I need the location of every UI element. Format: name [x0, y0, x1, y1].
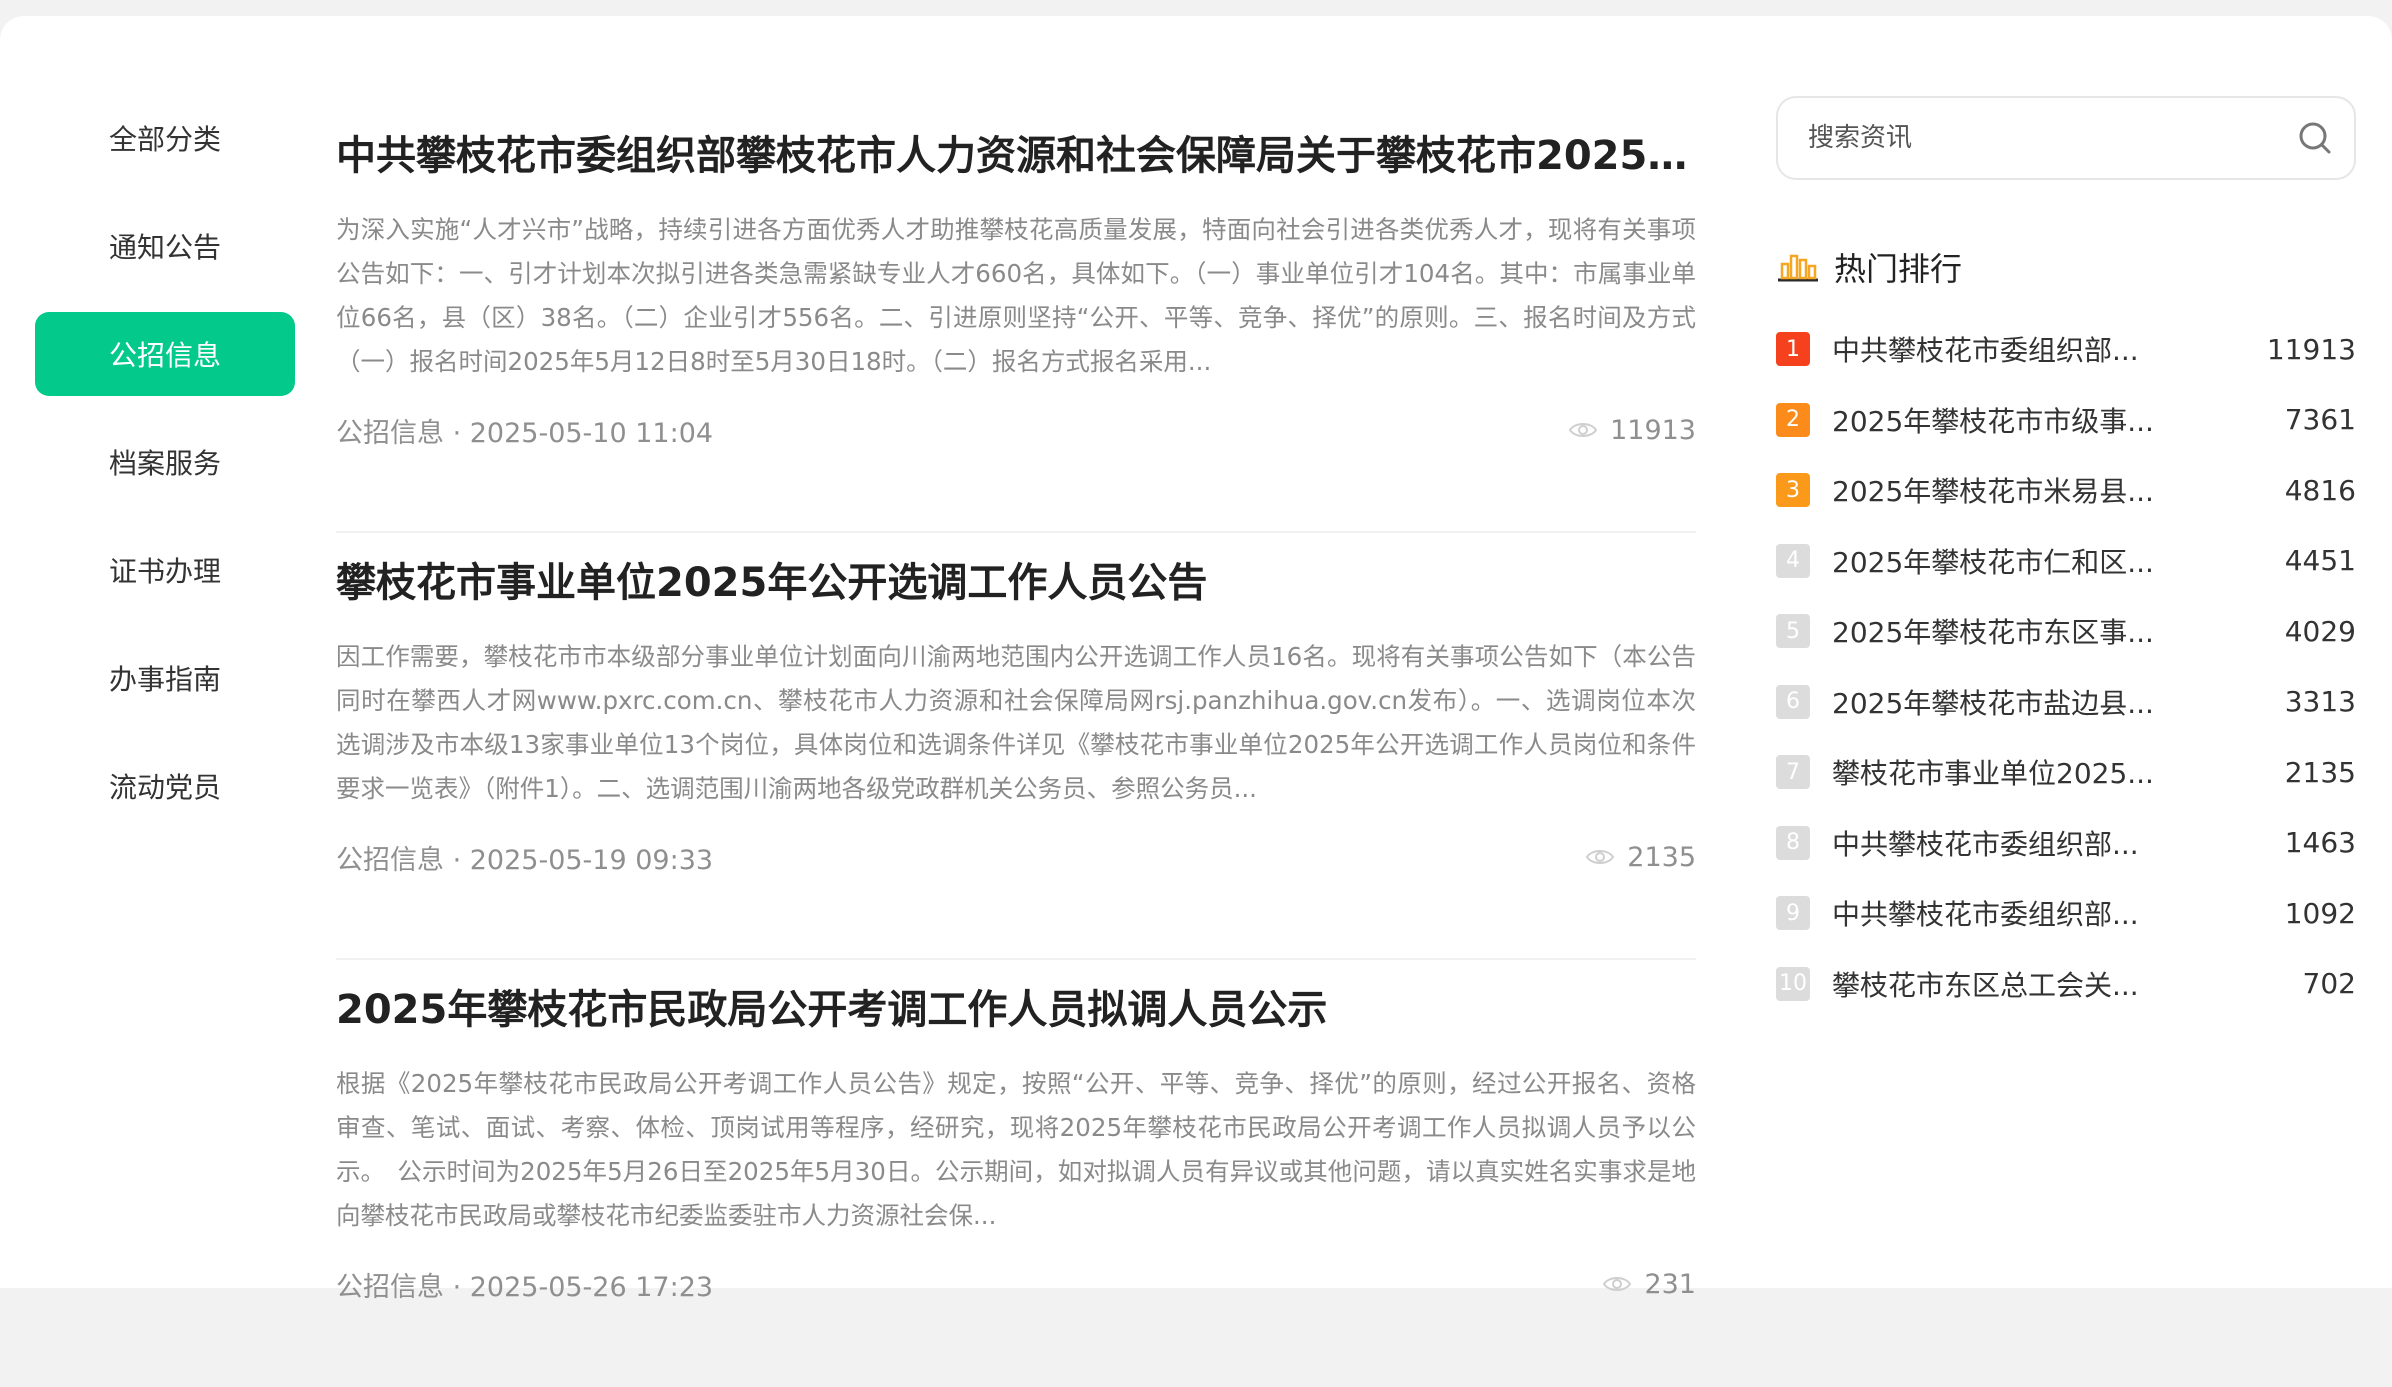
sidebar-item-guide[interactable]: 办事指南	[35, 636, 295, 720]
sidebar-item-all[interactable]: 全部分类	[35, 96, 295, 180]
rank-title[interactable]: 攀枝花市东区总工会关...	[1832, 964, 2252, 1004]
rank-title[interactable]: 2025年攀枝花市盐边县...	[1832, 682, 2252, 722]
article-list: 中共攀枝花市委组织部攀枝花市人力资源和社会保障局关于攀枝花市2025年面向社会引…	[336, 106, 1696, 1387]
sidebar-item-archives[interactable]: 档案服务	[35, 420, 295, 504]
article-item[interactable]: 中共攀枝花市委组织部攀枝花市人力资源和社会保障局关于攀枝花市2025年面向社会引…	[336, 126, 1696, 533]
article-title[interactable]: 攀枝花市事业单位2025年公开选调工作人员公告	[336, 553, 1696, 613]
article-meta: 公招信息 · 2025-05-19 09:33 2135	[336, 835, 1696, 879]
sidebar-item-mobile-party[interactable]: 流动党员	[35, 744, 295, 828]
search-box	[1776, 96, 2356, 180]
article-summary: 根据《2025年攀枝花市民政局公开考调工作人员公告》规定，按照“公开、平等、竞争…	[336, 1069, 1696, 1230]
rank-title[interactable]: 2025年攀枝花市米易县...	[1832, 470, 2252, 510]
rank-count: 3313	[2284, 685, 2356, 719]
rank-count: 1463	[2284, 826, 2356, 860]
hot-ranking-title: 热门排行	[1834, 250, 1963, 288]
rank-badge: 7	[1776, 755, 1810, 790]
rank-count: 2135	[2284, 755, 2356, 789]
list-item[interactable]: 6 2025年攀枝花市盐边县... 3313	[1776, 667, 2356, 738]
rank-badge: 3	[1776, 473, 1810, 508]
rank-title[interactable]: 中共攀枝花市委组织部...	[1832, 893, 2252, 933]
article-category-date: 公招信息 · 2025-05-10 11:04	[336, 411, 713, 450]
article-category: 公招信息	[336, 844, 444, 876]
rank-badge: 1	[1776, 332, 1810, 367]
meta-separator: ·	[444, 844, 470, 876]
rank-count: 4451	[2284, 544, 2356, 578]
article-datetime: 2025-05-19 09:33	[469, 844, 714, 876]
meta-separator: ·	[444, 417, 470, 449]
rank-count: 4029	[2284, 614, 2356, 648]
hot-ranking-header: 热门排行	[1776, 244, 2356, 290]
list-item[interactable]: 3 2025年攀枝花市米易县... 4816	[1776, 455, 2356, 526]
article-category: 公招信息	[336, 417, 444, 449]
rank-badge: 8	[1776, 825, 1810, 860]
article-summary: 因工作需要，攀枝花市市本级部分事业单位计划面向川渝两地范围内公开选调工作人员16…	[336, 642, 1696, 803]
view-count: 11913	[1568, 415, 1696, 446]
rank-title[interactable]: 中共攀枝花市委组织部...	[1832, 823, 2252, 863]
article-category-date: 公招信息 · 2025-05-19 09:33	[336, 838, 713, 877]
list-item[interactable]: 8 中共攀枝花市委组织部... 1463	[1776, 808, 2356, 879]
right-column: 热门排行 1 中共攀枝花市委组织部... 11913 2 2025年攀枝花市市级事..…	[1776, 96, 2356, 1019]
article-datetime: 2025-05-10 11:04	[469, 417, 714, 449]
list-item[interactable]: 5 2025年攀枝花市东区事... 4029	[1776, 596, 2356, 667]
search-icon[interactable]	[2296, 119, 2334, 157]
view-count: 2135	[1585, 842, 1696, 873]
view-count-value: 11913	[1610, 414, 1696, 446]
rank-badge: 5	[1776, 614, 1810, 649]
article-item[interactable]: 2025年攀枝花市民政局公开考调工作人员拟调人员公示 根据《2025年攀枝花市民…	[336, 980, 1696, 1387]
rank-title[interactable]: 2025年攀枝花市仁和区...	[1832, 541, 2252, 581]
meta-separator: ·	[444, 1271, 470, 1303]
search-input[interactable]	[1808, 123, 2268, 153]
rank-badge: 6	[1776, 684, 1810, 719]
view-count-value: 231	[1644, 1268, 1696, 1300]
view-count-value: 2135	[1627, 841, 1696, 873]
eye-icon	[1603, 1277, 1632, 1291]
article-title[interactable]: 中共攀枝花市委组织部攀枝花市人力资源和社会保障局关于攀枝花市2025年面向社会引…	[336, 126, 1696, 186]
article-title[interactable]: 2025年攀枝花市民政局公开考调工作人员拟调人员公示	[336, 980, 1696, 1040]
list-item[interactable]: 2 2025年攀枝花市市级事... 7361	[1776, 385, 2356, 456]
rank-count: 1092	[2284, 896, 2356, 930]
rank-title[interactable]: 攀枝花市事业单位2025...	[1832, 752, 2252, 792]
rank-title[interactable]: 中共攀枝花市委组织部...	[1832, 329, 2252, 369]
rank-count: 7361	[2284, 403, 2356, 437]
bar-chart-icon	[1778, 254, 1818, 282]
hot-ranking-list: 1 中共攀枝花市委组织部... 11913 2 2025年攀枝花市市级事... 7361…	[1776, 314, 2356, 1019]
eye-icon	[1568, 423, 1598, 437]
article-category-date: 公招信息 · 2025-05-26 17:23	[336, 1265, 713, 1304]
sidebar-item-recruitment[interactable]: 公招信息	[35, 312, 295, 396]
list-item[interactable]: 10 攀枝花市东区总工会关... 702	[1776, 949, 2356, 1020]
rank-count: 702	[2302, 967, 2356, 1001]
article-datetime: 2025-05-26 17:23	[469, 1271, 714, 1303]
rank-count: 11913	[2266, 332, 2356, 366]
list-item[interactable]: 7 攀枝花市事业单位2025... 2135	[1776, 737, 2356, 808]
eye-icon	[1586, 850, 1615, 864]
list-item[interactable]: 4 2025年攀枝花市仁和区... 4451	[1776, 526, 2356, 597]
sidebar-item-certificates[interactable]: 证书办理	[35, 528, 295, 612]
article-summary: 为深入实施“人才兴市”战略，持续引进各方面优秀人才助推攀枝花高质量发展，特面向社…	[336, 215, 1696, 376]
rank-badge: 10	[1776, 966, 1810, 1001]
list-item[interactable]: 1 中共攀枝花市委组织部... 11913	[1776, 314, 2356, 385]
rank-badge: 4	[1776, 543, 1810, 578]
sidebar-item-notices[interactable]: 通知公告	[35, 204, 295, 288]
page: 全部分类 通知公告 公招信息 档案服务 证书办理 办事指南 流动党员 中共攀枝花…	[0, 16, 2392, 1387]
rank-title[interactable]: 2025年攀枝花市东区事...	[1832, 611, 2252, 651]
article-meta: 公招信息 · 2025-05-26 17:23 231	[336, 1262, 1696, 1306]
list-item[interactable]: 9 中共攀枝花市委组织部... 1092	[1776, 878, 2356, 949]
article-item[interactable]: 攀枝花市事业单位2025年公开选调工作人员公告 因工作需要，攀枝花市市本级部分事…	[336, 553, 1696, 960]
view-count: 231	[1602, 1269, 1696, 1300]
rank-badge: 2	[1776, 402, 1810, 437]
category-sidebar: 全部分类 通知公告 公招信息 档案服务 证书办理 办事指南 流动党员	[35, 96, 295, 852]
article-category: 公招信息	[336, 1271, 444, 1303]
rank-badge: 9	[1776, 896, 1810, 931]
rank-count: 4816	[2284, 473, 2356, 507]
rank-title[interactable]: 2025年攀枝花市市级事...	[1832, 400, 2252, 440]
article-meta: 公招信息 · 2025-05-10 11:04 11913	[336, 408, 1696, 452]
